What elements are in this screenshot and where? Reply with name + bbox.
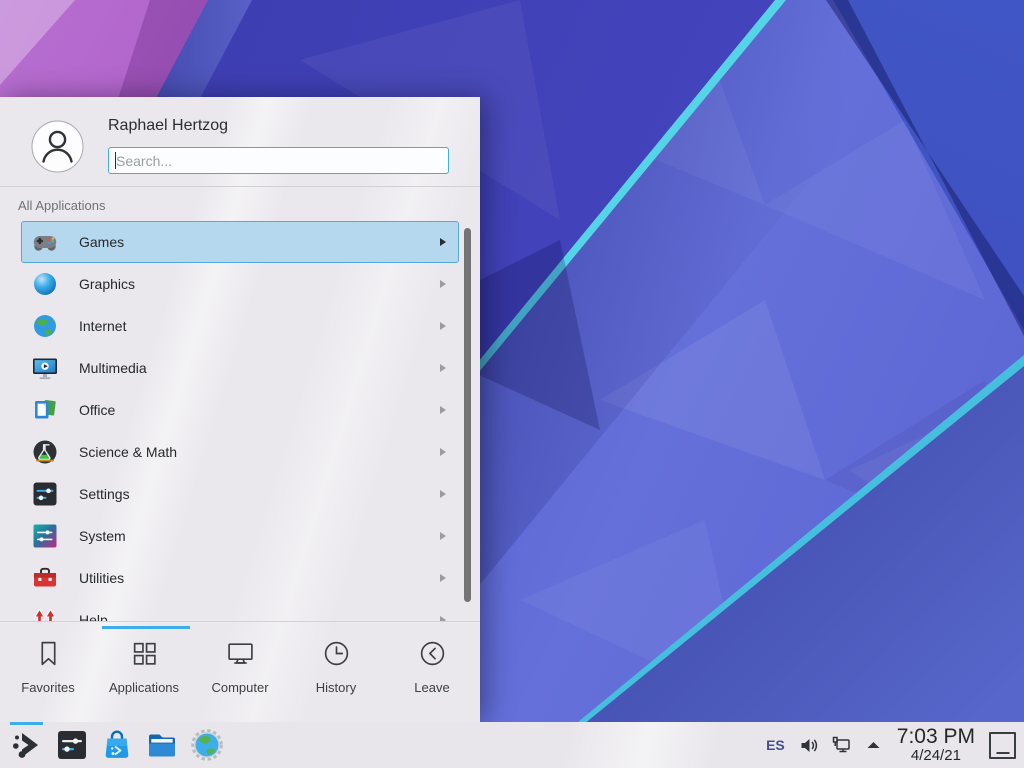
submenu-arrow-icon [440,322,446,330]
section-label: All Applications [18,198,105,213]
menu-item-games[interactable]: Games [21,221,459,263]
menu-item-science-math[interactable]: Science & Math [21,431,459,473]
network-icon[interactable] [829,732,855,758]
menu-item-multimedia[interactable]: Multimedia [21,347,459,389]
show-desktop-button[interactable] [989,732,1016,759]
leave-icon [418,639,447,673]
menu-item-system[interactable]: System [21,515,459,557]
settings-category-icon [32,481,58,507]
active-tab-indicator [102,626,190,629]
tab-label: History [316,680,356,695]
menu-item-help[interactable]: Help [21,599,459,621]
system-tray: ES [760,732,887,758]
application-launcher-button[interactable] [4,722,49,768]
tab-favorites[interactable]: Favorites [0,639,96,722]
menu-item-label: Utilities [79,570,124,586]
submenu-arrow-icon [440,406,446,414]
keyboard-layout-indicator[interactable]: ES [760,737,791,753]
submenu-arrow-icon [440,280,446,288]
help-category-icon [32,607,58,621]
launcher-header: Raphael Hertzog [0,97,480,186]
science-category-icon [32,439,58,465]
submenu-arrow-icon [440,490,446,498]
menu-item-label: Help [79,612,108,621]
games-category-icon [32,229,58,255]
system-category-icon [32,523,58,549]
menu-item-label: Internet [79,318,126,334]
submenu-arrow-icon [440,448,446,456]
tab-computer[interactable]: Computer [192,639,288,722]
discover-launcher[interactable] [94,722,139,768]
tab-label: Computer [211,680,268,695]
tab-leave[interactable]: Leave [384,639,480,722]
menu-item-label: Multimedia [79,360,147,376]
submenu-arrow-icon [440,364,446,372]
application-launcher-menu: Raphael Hertzog All Applications [0,97,480,722]
user-name: Raphael Hertzog [108,117,228,135]
submenu-arrow-icon [440,574,446,582]
volume-icon[interactable] [797,732,823,758]
menu-item-graphics[interactable]: Graphics [21,263,459,305]
multimedia-category-icon [32,355,58,381]
menu-item-label: Games [79,234,124,250]
menu-item-label: Science & Math [79,444,177,460]
computer-icon [226,639,255,673]
submenu-arrow-icon [440,532,446,540]
clock-time: 7:03 PM [897,726,975,748]
menu-item-internet[interactable]: Internet [21,305,459,347]
graphics-category-icon [32,271,58,297]
tab-label: Leave [414,680,449,695]
launcher-tab-bar: Favorites Applications [0,621,480,722]
menu-item-label: Office [79,402,115,418]
tab-label: Applications [109,680,179,695]
favorites-icon [34,639,63,673]
menu-item-settings[interactable]: Settings [21,473,459,515]
internet-category-icon [32,313,58,339]
menu-item-label: System [79,528,126,544]
tab-history[interactable]: History [288,639,384,722]
digital-clock[interactable]: 7:03 PM 4/24/21 [897,726,975,763]
utilities-category-icon [32,565,58,591]
menu-item-label: Graphics [79,276,135,292]
scrollbar[interactable] [464,228,471,602]
web-browser-launcher[interactable] [184,722,229,768]
file-manager-launcher[interactable] [139,722,184,768]
search-input[interactable] [108,147,449,174]
submenu-arrow-icon [440,238,446,246]
system-settings-launcher[interactable] [49,722,94,768]
clock-date: 4/24/21 [897,748,975,764]
menu-item-office[interactable]: Office [21,389,459,431]
category-list: Games Graphics [0,219,480,621]
tab-applications[interactable]: Applications [96,639,192,722]
menu-item-label: Settings [79,486,130,502]
desktop: Raphael Hertzog All Applications [0,0,1024,768]
history-icon [322,639,351,673]
menu-item-utilities[interactable]: Utilities [21,557,459,599]
expand-tray-icon[interactable] [861,732,887,758]
office-category-icon [32,397,58,423]
tab-label: Favorites [21,680,74,695]
header-divider [0,186,480,187]
taskbar: ES 7:03 [0,722,1024,768]
user-avatar[interactable] [31,120,84,173]
text-cursor [115,152,116,169]
applications-icon [130,639,159,673]
